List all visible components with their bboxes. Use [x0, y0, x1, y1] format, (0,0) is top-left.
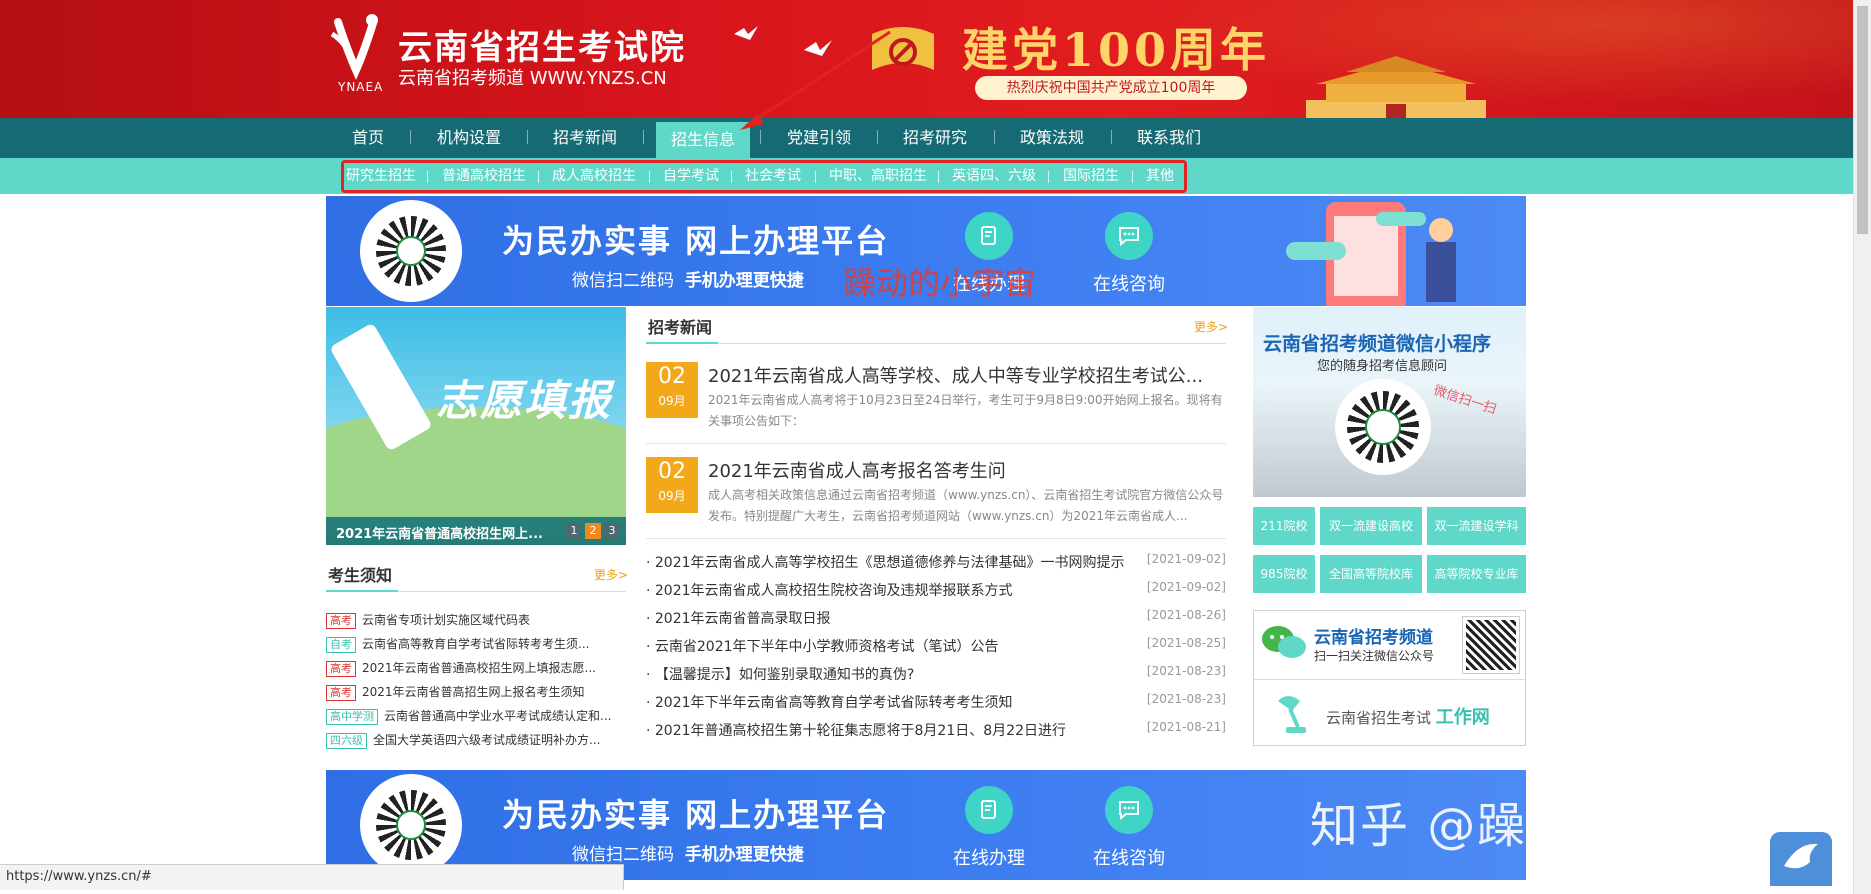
red-watermark: 躁动的小宇宙 — [844, 264, 1037, 302]
online-consult-button[interactable]: 在线咨询 — [1084, 212, 1174, 296]
qr-code-icon — [360, 200, 462, 302]
site-title[interactable]: 云南省招生考试院 — [398, 20, 686, 69]
party-anniversary-subtitle: 热烈庆祝中国共产党成立100周年 — [975, 76, 1247, 100]
nav-item-policy[interactable]: 政策法规 — [1013, 118, 1091, 158]
wechat-subtitle: 扫一扫关注微信公众号 — [1314, 649, 1435, 663]
site-header: YNAEA 云南省招生考试院 云南省招考频道 WWW.YNZS.CN 建党100… — [0, 0, 1853, 118]
news-highlight[interactable]: 02 09月 2021年云南省成人高等学校、成人中等专业学校招生考试公... 2… — [646, 362, 1226, 450]
banner-subtitle: 微信扫二维码 手机办理更快捷 — [572, 271, 804, 291]
category-major-db-button[interactable]: 高等院校专业库 — [1427, 555, 1526, 593]
banner-subtitle: 微信扫二维码 手机办理更快捷 — [572, 845, 804, 865]
edit-doc-icon — [965, 786, 1013, 834]
work-portal-link[interactable]: 云南省招生考试 工作网 — [1326, 703, 1490, 729]
nav-item-admission-info[interactable]: 招生信息 — [656, 122, 750, 158]
news-list-item[interactable]: · 2021年云南省成人高校招生院校咨询及违规举报联系方式 [2021-09-02… — [646, 580, 1226, 600]
tiananmen-icon — [1306, 56, 1486, 118]
date-badge: 02 09月 — [646, 362, 698, 418]
party-anniversary-title: 建党100周年 — [962, 23, 1271, 77]
notice-title: 考生须知 — [328, 566, 393, 585]
lamp-icon — [1278, 696, 1306, 733]
wechat-card[interactable]: 云南省招考频道 扫一扫关注微信公众号 云南省招生考试 工作网 — [1253, 610, 1526, 746]
edit-doc-icon — [965, 212, 1013, 260]
tag-badge: 高考 — [326, 661, 356, 677]
status-bar-url: https://www.ynzs.cn/# — [0, 864, 624, 890]
news-list-item[interactable]: · 2021年云南省普高录取日报 [2021-08-26] — [646, 608, 1226, 628]
nav-item-home[interactable]: 首页 — [344, 118, 392, 158]
news-list-item[interactable]: · 云南省2021年下半年中小学教师资格考试（笔试）公告 [2021-08-25] — [646, 636, 1226, 656]
date-badge: 02 09月 — [646, 457, 698, 513]
slider-dot-2[interactable]: 2 — [585, 523, 601, 539]
news-list-item[interactable]: · 【温馨提示】如何鉴别录取通知书的真伪? [2021-08-23] — [646, 664, 1226, 684]
tag-badge: 自考 — [326, 637, 356, 653]
nav-item-party-building[interactable]: 党建引领 — [780, 118, 858, 158]
sub-nav: 研究生招生 普通高校招生 成人高校招生 自学考试 社会考试 中职、高职招生 英语… — [0, 158, 1853, 194]
mini-program-card[interactable]: 云南省招考频道微信小程序 您的随身招考信息顾问 微信扫一扫 — [1253, 307, 1526, 497]
wechat-qr-icon — [1462, 616, 1520, 674]
category-double-first-college-button[interactable]: 双一流建设高校 — [1320, 507, 1422, 545]
nav-item-exam-research[interactable]: 招考研究 — [896, 118, 974, 158]
site-subtitle: 云南省招考频道 WWW.YNZS.CN — [398, 68, 667, 89]
zhihu-watermark: 知乎 @躁动的小宇宙 — [1310, 798, 1778, 854]
wechat-icon — [1262, 626, 1306, 658]
vertical-scrollbar[interactable] — [1853, 0, 1871, 894]
logo-abbr: YNAEA — [338, 80, 384, 94]
category-985-button[interactable]: 985院校 — [1253, 555, 1315, 593]
chat-icon — [1105, 786, 1153, 834]
image-slider[interactable]: 志愿填报 2021年云南省普通高校招生网上... 1 2 3 — [326, 307, 626, 545]
banner-title: 为民办实事 网上办理平台 — [502, 796, 890, 834]
tag-badge: 四六级 — [326, 733, 367, 749]
mini-program-qr-icon — [1335, 379, 1431, 475]
slider-dot-3[interactable]: 3 — [604, 523, 620, 539]
list-item[interactable]: 高考 2021年云南省普通高校招生网上填报志愿... — [326, 659, 626, 677]
page: YNAEA 云南省招生考试院 云南省招考频道 WWW.YNZS.CN 建党100… — [0, 0, 1871, 894]
tag-badge: 高中学测 — [326, 709, 378, 725]
list-item[interactable]: 高考 2021年云南省普高招生网上报名考生须知 — [326, 683, 626, 701]
list-item[interactable]: 自考 云南省高等教育自学考试省际转考考生须... — [326, 635, 626, 653]
online-handle-button[interactable]: 在线办理 — [944, 786, 1034, 870]
doves-icon — [734, 26, 832, 56]
news-list-item[interactable]: · 2021年普通高校招生第十轮征集志愿将于8月21日、8月22日进行 [2021… — [646, 720, 1226, 740]
slider-dot-1[interactable]: 1 — [566, 523, 582, 539]
slider-caption[interactable]: 2021年云南省普通高校招生网上... — [336, 523, 543, 542]
list-item[interactable]: 高中学测 云南省普通高中学业水平考试成绩认定和... — [326, 707, 626, 725]
banner-title: 为民办实事 网上办理平台 — [502, 222, 890, 260]
nav-item-organization[interactable]: 机构设置 — [430, 118, 508, 158]
tag-badge: 高考 — [326, 685, 356, 701]
wechat-title: 云南省招考频道 — [1314, 628, 1433, 648]
mini-program-subtitle: 您的随身招考信息顾问 — [1317, 359, 1448, 374]
bird-icon — [1784, 843, 1818, 869]
logo-icon[interactable] — [328, 12, 384, 82]
mini-program-title: 云南省招考频道微信小程序 — [1263, 333, 1492, 355]
floating-bird-button[interactable] — [1770, 832, 1832, 886]
scan-hint: 微信扫一扫 — [1431, 383, 1499, 418]
news-list-item[interactable]: · 2021年下半年云南省高等教育自学考试省际转考考生须知 [2021-08-23… — [646, 692, 1226, 712]
news-highlight-title[interactable]: 2021年云南省成人高考报名答考生问 — [708, 457, 1006, 483]
qr-code-icon — [360, 774, 462, 876]
phone-illustration-icon — [1286, 202, 1456, 306]
news-title: 招考新闻 — [648, 318, 713, 337]
list-item[interactable]: 高考 云南省专项计划实施区域代码表 — [326, 611, 626, 629]
news-more-link[interactable]: 更多> — [1194, 318, 1228, 335]
highlight-box — [341, 160, 1187, 193]
notice-more-link[interactable]: 更多> — [594, 566, 628, 583]
party-emblem-icon — [872, 27, 934, 70]
chat-icon — [1105, 212, 1153, 260]
slider-caption-bar: 2021年云南省普通高校招生网上... 1 2 3 — [326, 517, 626, 545]
online-consult-button[interactable]: 在线咨询 — [1084, 786, 1174, 870]
list-item[interactable]: 四六级 全国大学英语四六级考试成绩证明补办方... — [326, 731, 626, 749]
news-list-item[interactable]: · 2021年云南省成人高等学校招生《思想道德修养与法律基础》一书网购提示 [20… — [646, 552, 1226, 572]
news-highlight-desc: 成人高考相关政策信息通过云南省招考频道（www.ynzs.cn）、云南省招生考试… — [708, 488, 1224, 523]
category-double-first-discipline-button[interactable]: 双一流建设学科 — [1427, 507, 1526, 545]
main-nav: 首页 机构设置 招考新闻 招生信息 党建引领 招考研究 政策法规 联系我们 — [0, 118, 1853, 158]
category-college-db-button[interactable]: 全国高等院校库 — [1320, 555, 1422, 593]
news-highlight[interactable]: 02 09月 2021年云南省成人高考报名答考生问 成人高考相关政策信息通过云南… — [646, 457, 1226, 545]
category-211-button[interactable]: 211院校 — [1253, 507, 1315, 545]
nav-item-contact[interactable]: 联系我们 — [1130, 118, 1208, 158]
tag-badge: 高考 — [326, 613, 356, 629]
news-highlight-desc: 2021年云南省成人高考将于10月23日至24日举行，考生可于9月8日9:00开… — [708, 393, 1223, 428]
slider-headline: 志愿填报 — [436, 376, 613, 425]
news-highlight-title[interactable]: 2021年云南省成人高等学校、成人中等专业学校招生考试公... — [708, 362, 1203, 388]
scrollbar-thumb[interactable] — [1857, 6, 1868, 234]
nav-item-exam-news[interactable]: 招考新闻 — [546, 118, 624, 158]
